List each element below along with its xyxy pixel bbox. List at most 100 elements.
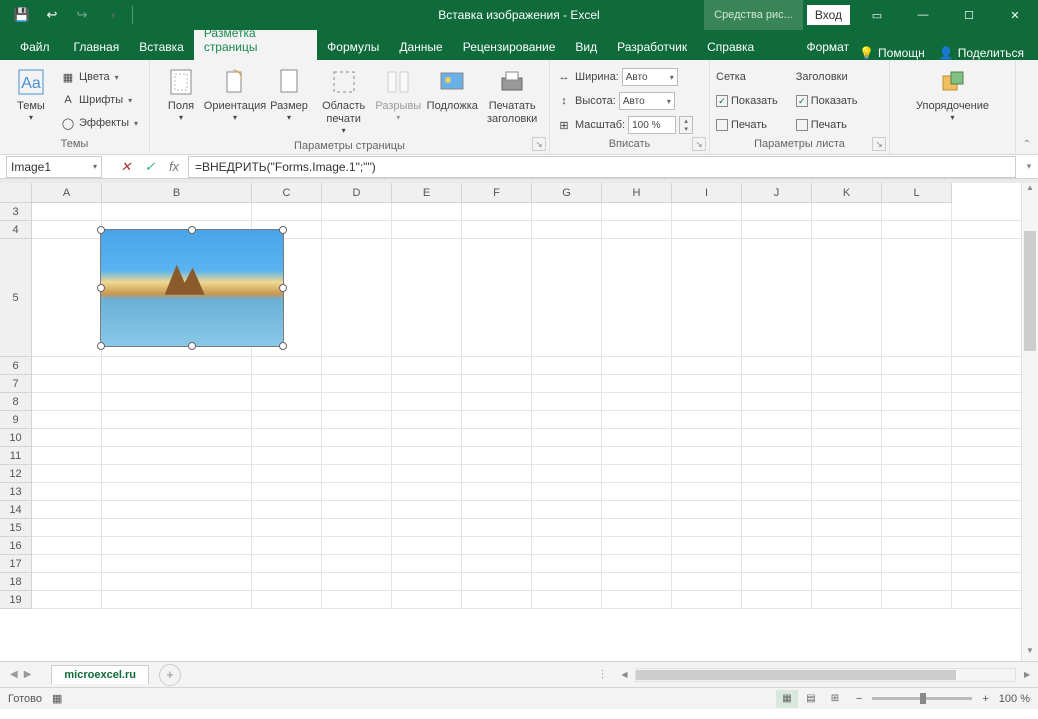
hscroll-left[interactable]: ◀ bbox=[617, 670, 631, 679]
row-header[interactable]: 4 bbox=[0, 221, 32, 239]
zoom-knob[interactable] bbox=[920, 693, 926, 704]
new-sheet-button[interactable]: + bbox=[159, 664, 181, 686]
print-titles-button[interactable]: Печатать заголовки bbox=[481, 64, 543, 128]
row-header[interactable]: 10 bbox=[0, 429, 32, 447]
formula-expand[interactable]: ▾ bbox=[1020, 161, 1038, 172]
tab-data[interactable]: Данные bbox=[389, 34, 452, 60]
scroll-up-arrow[interactable]: ▲ bbox=[1022, 183, 1038, 198]
column-header[interactable]: I bbox=[672, 183, 742, 203]
scale-launcher[interactable]: ↘ bbox=[692, 137, 706, 151]
colors-button[interactable]: ▦Цвета bbox=[60, 66, 138, 88]
zoom-level[interactable]: 100 % bbox=[999, 693, 1030, 705]
redo-button[interactable]: ↪ bbox=[68, 1, 96, 29]
ribbon-display-options[interactable]: ▭ bbox=[854, 0, 900, 30]
resize-handle-nw[interactable] bbox=[97, 226, 105, 234]
resize-handle-sw[interactable] bbox=[97, 342, 105, 350]
resize-handle-ne[interactable] bbox=[279, 226, 287, 234]
collapse-ribbon[interactable]: ⌃ bbox=[1016, 60, 1038, 154]
sheet-options-launcher[interactable]: ↘ bbox=[872, 137, 886, 151]
height-select[interactable]: Авто▾ bbox=[619, 92, 675, 110]
gridlines-view-checkbox[interactable]: ✓Показать bbox=[716, 90, 778, 112]
width-select[interactable]: Авто▾ bbox=[622, 68, 678, 86]
tell-me[interactable]: 💡Помощн bbox=[859, 46, 925, 60]
row-header[interactable]: 8 bbox=[0, 393, 32, 411]
row-header[interactable]: 16 bbox=[0, 537, 32, 555]
row-header[interactable]: 9 bbox=[0, 411, 32, 429]
row-header[interactable]: 14 bbox=[0, 501, 32, 519]
formula-input[interactable]: =ВНЕДРИТЬ("Forms.Image.1";"") bbox=[188, 156, 1016, 178]
zoom-in[interactable]: + bbox=[982, 693, 988, 705]
scale-spinner[interactable]: 100 % bbox=[628, 116, 676, 134]
row-header[interactable]: 18 bbox=[0, 573, 32, 591]
share-button[interactable]: 👤Поделиться bbox=[939, 46, 1024, 60]
view-page-layout[interactable]: ▤ bbox=[800, 690, 822, 708]
vertical-scrollbar[interactable]: ▲ ▼ bbox=[1021, 183, 1038, 661]
arrange-button[interactable]: Упорядочение▾ bbox=[912, 64, 993, 125]
fonts-button[interactable]: AШрифты bbox=[60, 89, 138, 111]
row-header[interactable]: 11 bbox=[0, 447, 32, 465]
resize-handle-s[interactable] bbox=[188, 342, 196, 350]
row-header[interactable]: 5 bbox=[0, 239, 32, 357]
gridlines-print-checkbox[interactable]: Печать bbox=[716, 114, 778, 136]
resize-handle-w[interactable] bbox=[97, 284, 105, 292]
row-header[interactable]: 19 bbox=[0, 591, 32, 609]
print-area-button[interactable]: Область печати▾ bbox=[318, 64, 369, 138]
view-page-break[interactable]: ⊞ bbox=[824, 690, 846, 708]
orientation-button[interactable]: Ориентация▾ bbox=[210, 64, 260, 125]
row-header[interactable]: 13 bbox=[0, 483, 32, 501]
undo-button[interactable]: ↩ bbox=[38, 1, 66, 29]
tab-view[interactable]: Вид bbox=[565, 34, 607, 60]
margins-button[interactable]: Поля▾ bbox=[156, 64, 206, 125]
sheet-tab[interactable]: microexcel.ru bbox=[51, 665, 149, 684]
breaks-button[interactable]: Разрывы▾ bbox=[373, 64, 423, 125]
column-header[interactable]: J bbox=[742, 183, 812, 203]
tab-home[interactable]: Главная bbox=[64, 34, 130, 60]
headings-print-checkbox[interactable]: Печать bbox=[796, 114, 858, 136]
select-all-corner[interactable] bbox=[0, 183, 32, 203]
view-normal[interactable]: ▦ bbox=[776, 690, 798, 708]
row-header[interactable]: 12 bbox=[0, 465, 32, 483]
row-header[interactable]: 6 bbox=[0, 357, 32, 375]
row-header[interactable]: 15 bbox=[0, 519, 32, 537]
resize-handle-e[interactable] bbox=[279, 284, 287, 292]
column-header[interactable]: B bbox=[102, 183, 252, 203]
embedded-image-object[interactable] bbox=[100, 229, 284, 347]
column-header[interactable]: D bbox=[322, 183, 392, 203]
column-header[interactable]: H bbox=[602, 183, 672, 203]
close-button[interactable]: ✕ bbox=[992, 0, 1038, 30]
minimize-button[interactable]: — bbox=[900, 0, 946, 30]
row-header[interactable]: 7 bbox=[0, 375, 32, 393]
tab-format[interactable]: Формат bbox=[796, 34, 859, 60]
column-header[interactable]: F bbox=[462, 183, 532, 203]
column-header[interactable]: A bbox=[32, 183, 102, 203]
formula-cancel[interactable]: ✕ bbox=[114, 156, 138, 178]
row-header[interactable]: 17 bbox=[0, 555, 32, 573]
vscroll-thumb[interactable] bbox=[1024, 231, 1036, 351]
hscroll-right[interactable]: ▶ bbox=[1020, 670, 1034, 679]
zoom-slider[interactable] bbox=[872, 697, 972, 700]
name-box[interactable]: Image1▾ bbox=[6, 156, 102, 178]
headings-view-checkbox[interactable]: ✓Показать bbox=[796, 90, 858, 112]
save-button[interactable]: 💾 bbox=[8, 1, 36, 29]
page-setup-launcher[interactable]: ↘ bbox=[532, 137, 546, 151]
zoom-out[interactable]: − bbox=[856, 693, 862, 705]
row-header[interactable]: 3 bbox=[0, 203, 32, 221]
effects-button[interactable]: ◯Эффекты bbox=[60, 112, 138, 134]
tab-review[interactable]: Рецензирование bbox=[453, 34, 566, 60]
column-header[interactable]: C bbox=[252, 183, 322, 203]
file-tab[interactable]: Файл bbox=[6, 34, 64, 60]
tab-help[interactable]: Справка bbox=[697, 34, 764, 60]
fx-button[interactable]: fx bbox=[162, 156, 186, 178]
scroll-down-arrow[interactable]: ▼ bbox=[1022, 646, 1038, 661]
split-handle[interactable]: ⋮ bbox=[597, 669, 613, 680]
themes-button[interactable]: Aa Темы▾ bbox=[6, 64, 56, 125]
column-header[interactable]: L bbox=[882, 183, 952, 203]
tab-insert[interactable]: Вставка bbox=[129, 34, 194, 60]
resize-handle-n[interactable] bbox=[188, 226, 196, 234]
column-header[interactable]: K bbox=[812, 183, 882, 203]
column-header[interactable]: G bbox=[532, 183, 602, 203]
column-header[interactable]: E bbox=[392, 183, 462, 203]
tab-developer[interactable]: Разработчик bbox=[607, 34, 697, 60]
formula-confirm[interactable]: ✓ bbox=[138, 156, 162, 178]
sheet-nav[interactable]: ◀▶ bbox=[0, 669, 41, 680]
